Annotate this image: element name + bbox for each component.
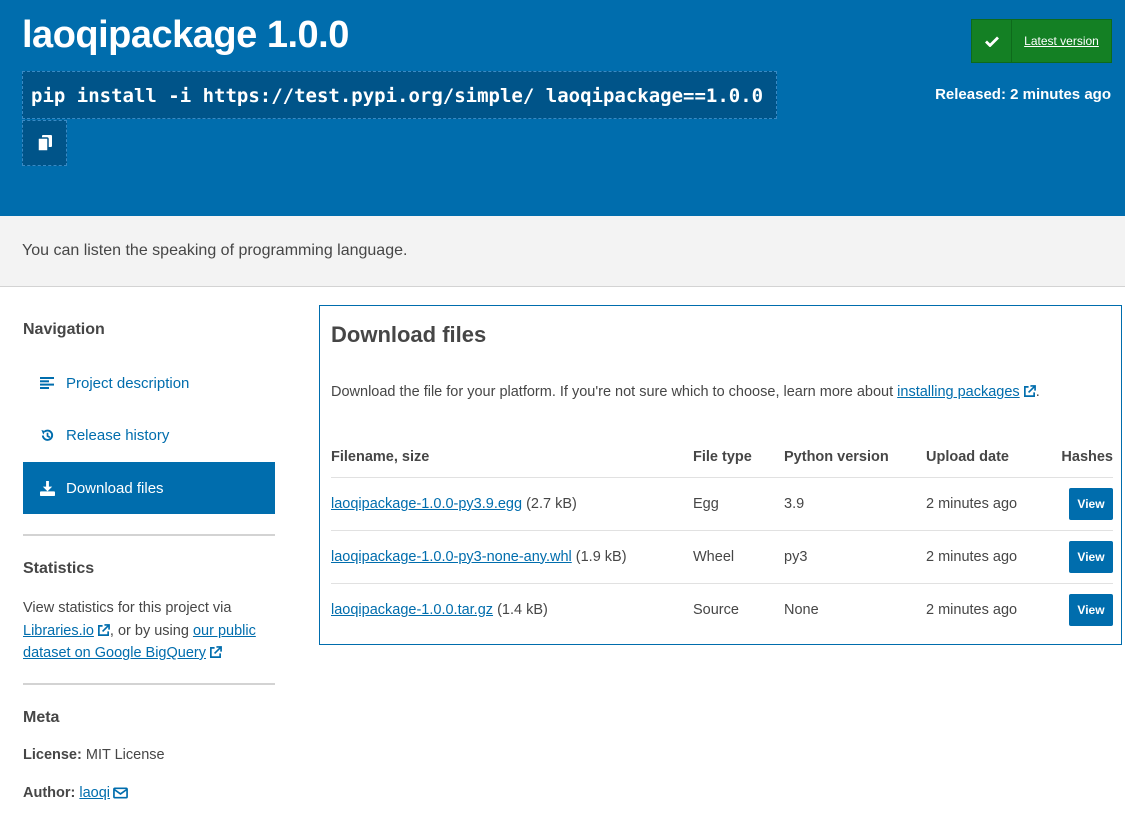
file-download-link[interactable]: laoqipackage-1.0.0-py3-none-any.whl bbox=[331, 549, 572, 565]
sidebar-item-label: Project description bbox=[66, 374, 190, 392]
statistics-text-middle: , or by using bbox=[109, 622, 189, 639]
sidebar-item-download-files[interactable]: Download files bbox=[23, 462, 275, 514]
download-files-table: Filename, size File type Python version … bbox=[331, 437, 1113, 636]
python-version: None bbox=[784, 601, 819, 618]
pip-install-command[interactable]: pip install -i https://test.pypi.org/sim… bbox=[22, 71, 777, 119]
statistics-text-intro: View statistics for this project via bbox=[23, 600, 232, 616]
upload-date: 2 minutes ago bbox=[926, 477, 1061, 531]
view-hashes-button[interactable]: View bbox=[1069, 540, 1113, 573]
download-icon bbox=[40, 480, 66, 496]
package-title: laoqipackage 1.0.0 bbox=[22, 14, 349, 56]
file-size: (2.7 kB) bbox=[526, 495, 577, 512]
history-icon bbox=[40, 428, 66, 443]
license-value: MIT License bbox=[85, 747, 165, 763]
file-type: Source bbox=[693, 601, 739, 618]
table-header-row: Filename, size File type Python version … bbox=[331, 437, 1113, 478]
external-link-icon bbox=[97, 623, 110, 636]
column-header-filename: Filename, size bbox=[331, 437, 693, 478]
latest-version-badge[interactable]: Latest version bbox=[971, 19, 1112, 63]
python-version: 3.9 bbox=[784, 477, 926, 531]
view-hashes-button[interactable]: View bbox=[1069, 593, 1113, 626]
author-name: laoqi bbox=[79, 785, 111, 801]
view-hashes-button[interactable]: View bbox=[1069, 487, 1113, 520]
sidebar-item-label: Release history bbox=[66, 426, 170, 444]
navigation-heading: Navigation bbox=[23, 321, 105, 338]
file-download-link[interactable]: laoqipackage-1.0.0.tar.gz bbox=[331, 602, 493, 618]
table-row: laoqipackage-1.0.0.tar.gz (1.4 kB) Sourc… bbox=[331, 583, 1113, 636]
download-files-heading: Download files bbox=[331, 322, 487, 347]
download-intro-text: Download the file for your platform. If … bbox=[331, 384, 894, 400]
sidebar-divider bbox=[23, 534, 275, 536]
envelope-icon bbox=[113, 787, 128, 799]
download-intro: Download the file for your platform. If … bbox=[331, 384, 1040, 400]
sidebar-item-label: Download files bbox=[66, 479, 164, 497]
license-label: License: bbox=[23, 747, 82, 763]
latest-version-link[interactable]: Latest version bbox=[1012, 34, 1111, 48]
package-summary-band: You can listen the speaking of programmi… bbox=[0, 216, 1125, 287]
copy-command-button[interactable] bbox=[22, 120, 67, 166]
installing-packages-link-label: installing packages bbox=[897, 384, 1020, 400]
external-link-icon bbox=[1023, 385, 1036, 397]
sidebar-item-project-description[interactable]: Project description bbox=[23, 357, 275, 409]
statistics-text: View statistics for this project via Lib… bbox=[23, 597, 275, 665]
align-left-icon bbox=[40, 377, 66, 389]
release-date: Released: 2 minutes ago bbox=[935, 86, 1111, 103]
column-header-hashes: Hashes bbox=[1061, 437, 1113, 478]
package-summary: You can listen the speaking of programmi… bbox=[22, 242, 408, 259]
table-row: laoqipackage-1.0.0-py3-none-any.whl (1.9… bbox=[331, 530, 1113, 584]
file-download-link[interactable]: laoqipackage-1.0.0-py3.9.egg bbox=[331, 496, 522, 512]
author-email-link[interactable]: laoqi bbox=[79, 785, 128, 801]
check-icon bbox=[972, 20, 1012, 62]
meta-heading: Meta bbox=[23, 709, 60, 726]
file-size: (1.9 kB) bbox=[575, 548, 627, 565]
sidebar-divider bbox=[23, 683, 275, 685]
statistics-heading: Statistics bbox=[23, 560, 95, 577]
copy-icon bbox=[37, 135, 52, 151]
libraries-io-link[interactable]: Libraries.io bbox=[23, 623, 110, 639]
license-row: License: MIT License bbox=[23, 747, 165, 763]
column-header-file-type: File type bbox=[693, 437, 784, 478]
upload-date: 2 minutes ago bbox=[926, 530, 1061, 584]
file-type: Egg bbox=[693, 477, 784, 531]
sidebar-item-release-history[interactable]: Release history bbox=[23, 409, 275, 461]
external-link-icon bbox=[210, 646, 222, 658]
file-size: (1.4 kB) bbox=[497, 601, 548, 618]
file-type: Wheel bbox=[693, 530, 784, 584]
author-label: Author: bbox=[23, 785, 76, 801]
table-row: laoqipackage-1.0.0-py3.9.egg (2.7 kB) Eg… bbox=[331, 477, 1113, 531]
column-header-upload-date: Upload date bbox=[926, 437, 1061, 478]
upload-date: 2 minutes ago bbox=[926, 601, 1018, 618]
libraries-io-link-label: Libraries.io bbox=[23, 622, 94, 639]
download-files-panel: Download files Download the file for you… bbox=[319, 305, 1122, 645]
download-intro-end: . bbox=[1035, 384, 1040, 400]
python-version: py3 bbox=[784, 530, 926, 584]
package-header: laoqipackage 1.0.0 pip install -i https:… bbox=[0, 0, 1125, 216]
column-header-python-version: Python version bbox=[784, 437, 926, 478]
installing-packages-link[interactable]: installing packages bbox=[897, 384, 1036, 400]
author-row: Author: laoqi bbox=[23, 785, 128, 801]
